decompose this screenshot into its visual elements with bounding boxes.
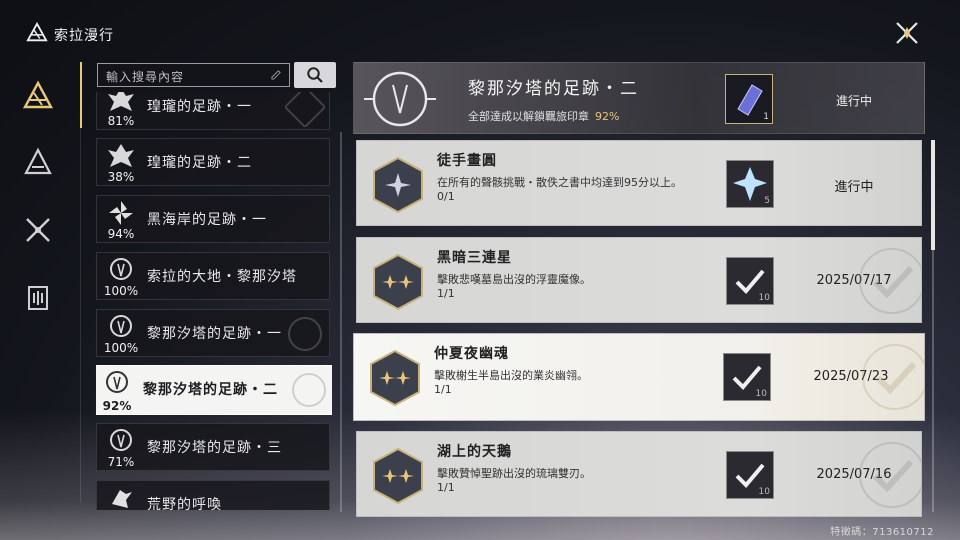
list-item[interactable]: 100% 索拉的大地・黎那汐塔 <box>96 252 330 300</box>
list-item-percent: 92% <box>102 399 132 413</box>
task-card-selected[interactable]: 仲夏夜幽魂 擊敗榭生半島出沒的業炎幽翎。 1/1 10 2025/07/23 <box>353 333 925 421</box>
rail-divider <box>80 62 81 502</box>
lady-emblem-icon <box>110 258 132 280</box>
task-desc: 擊敗贊悼聖跡出沒的琉璃雙刃。 <box>437 467 591 480</box>
task-title: 湖上的天鵝 <box>437 444 512 460</box>
task-state: 進行中 <box>834 180 874 195</box>
star-double-icon <box>373 253 423 311</box>
task-reward-claimed: 10 <box>723 353 771 401</box>
search-icon <box>307 67 323 83</box>
list-item-percent: 94% <box>107 227 135 241</box>
header-subtitle-text: 全部達成以解鎖羈旅印章 <box>468 110 589 123</box>
search-placeholder: 輸入搜尋內容 <box>106 70 185 84</box>
header-status: 進行中 <box>835 94 872 108</box>
category-rail <box>0 62 80 502</box>
list-item-label: 瑝瓏的足跡・二 <box>147 155 252 171</box>
list-item-label: 黑海岸的足跡・一 <box>147 212 267 228</box>
lady-emblem-icon <box>110 315 132 337</box>
decor-icon <box>285 92 325 127</box>
list-item-label: 荒野的呼喚 <box>147 497 222 510</box>
edit-pen-icon <box>271 70 281 80</box>
rail-active-indicator <box>80 62 82 128</box>
player-uid: 特徵碼：713610712 <box>830 527 934 538</box>
search-button[interactable] <box>294 62 336 88</box>
task-reward[interactable]: 5 <box>726 160 774 208</box>
completed-check-icon <box>862 344 924 410</box>
list-item-label: 黎那汐塔的足跡・二 <box>143 382 278 398</box>
task-title: 徒手畫圓 <box>437 153 497 169</box>
close-icon[interactable] <box>894 20 920 46</box>
reward-count: 5 <box>764 196 770 206</box>
seal-reward[interactable]: 1 <box>725 74 773 124</box>
task-desc: 擊敗悲嘆墓島出沒的浮靈魔像。 <box>437 273 591 286</box>
lady-emblem-icon <box>106 371 128 393</box>
task-desc: 擊敗榭生半島出沒的業炎幽翎。 <box>434 369 588 382</box>
lady-emblem-icon <box>110 429 132 451</box>
task-progress: 1/1 <box>437 481 455 494</box>
header-title: 黎那汐塔的足跡・二 <box>468 79 639 99</box>
list-item-label: 瑝瓏的足跡・一 <box>147 99 252 115</box>
list-item-percent: 100% <box>103 341 139 355</box>
reward-count: 10 <box>755 389 767 399</box>
task-card[interactable]: 徒手畫圓 在所有的聲骸挑戰・散佚之書中均達到95分以上。 0/1 5 進行中 <box>356 140 922 226</box>
list-item-active[interactable]: 92% 黎那汐塔的足跡・二 <box>96 365 332 415</box>
search-input[interactable]: 輸入搜尋內容 <box>97 63 290 87</box>
task-progress: 0/1 <box>437 190 455 203</box>
bird-icon <box>112 490 132 508</box>
solaris-icon[interactable] <box>22 80 54 112</box>
task-title: 黑暗三連星 <box>437 250 512 266</box>
crossed-swords-icon[interactable] <box>22 214 54 246</box>
header-percent: 92% <box>595 110 620 123</box>
list-item[interactable]: 100% 黎那汐塔的足跡・一 <box>96 309 330 357</box>
reward-count: 10 <box>758 487 770 497</box>
list-item-percent: 100% <box>103 284 139 298</box>
list-item-label: 黎那汐塔的足跡・三 <box>147 440 282 456</box>
list-item[interactable]: 荒野的呼喚 <box>96 480 330 510</box>
task-reward-claimed: 10 <box>726 257 774 305</box>
pinwheel-icon <box>109 201 133 225</box>
task-desc: 在所有的聲骸挑戰・散佚之書中均達到95分以上。 <box>437 176 682 189</box>
scrollbar-thumb[interactable] <box>931 140 935 250</box>
top-bar: 索拉漫行 <box>0 0 960 62</box>
list-item[interactable]: 38% 瑝瓏的足跡・二 <box>96 138 330 186</box>
list-item[interactable]: 81% 瑝瓏的足跡・一 <box>96 92 330 130</box>
star-single-icon <box>373 156 423 214</box>
task-scrollbar[interactable] <box>931 140 935 512</box>
footprint-header: 黎那汐塔的足跡・二 全部達成以解鎖羈旅印章 92% 1 進行中 <box>353 62 925 134</box>
completed-check-icon <box>859 248 921 314</box>
lady-emblem-icon <box>364 71 436 127</box>
completed-check-icon <box>859 442 921 508</box>
task-progress: 1/1 <box>437 287 455 300</box>
footprint-list: 81% 瑝瓏的足跡・一 38% 瑝瓏的足跡・二 94% 黑海岸的足跡・一 100… <box>96 92 332 510</box>
list-item-percent: 38% <box>107 170 135 184</box>
app-title: 索拉漫行 <box>54 28 114 44</box>
list-scrollbar[interactable] <box>340 132 342 512</box>
star-double-icon <box>373 447 423 505</box>
tower-icon[interactable] <box>22 146 54 178</box>
task-card[interactable]: 湖上的天鵝 擊敗贊悼聖跡出沒的琉璃雙刃。 1/1 10 2025/07/16 <box>356 431 922 517</box>
star-double-icon <box>370 349 420 407</box>
header-subtitle: 全部達成以解鎖羈旅印章 92% <box>468 108 619 124</box>
list-item-label: 黎那汐塔的足跡・一 <box>147 326 282 342</box>
list-item[interactable]: 94% 黑海岸的足跡・一 <box>96 195 330 243</box>
solaris-logo-icon <box>26 22 48 42</box>
emblem-icon <box>108 144 134 167</box>
task-title: 仲夏夜幽魂 <box>434 346 509 362</box>
task-reward-claimed: 10 <box>726 451 774 499</box>
reward-count: 10 <box>758 293 770 303</box>
decor-icon <box>292 373 326 407</box>
decor-icon <box>288 317 322 351</box>
task-card[interactable]: 黑暗三連星 擊敗悲嘆墓島出沒的浮靈魔像。 1/1 10 2025/07/17 <box>356 237 922 323</box>
list-item-label: 索拉的大地・黎那汐塔 <box>147 269 297 285</box>
emblem-icon <box>108 92 134 111</box>
archive-icon[interactable] <box>22 282 54 314</box>
task-progress: 1/1 <box>434 383 452 396</box>
reward-count: 1 <box>763 112 769 122</box>
list-item-percent: 81% <box>107 114 135 128</box>
list-item[interactable]: 71% 黎那汐塔的足跡・三 <box>96 423 330 471</box>
list-item-percent: 71% <box>107 455 135 469</box>
